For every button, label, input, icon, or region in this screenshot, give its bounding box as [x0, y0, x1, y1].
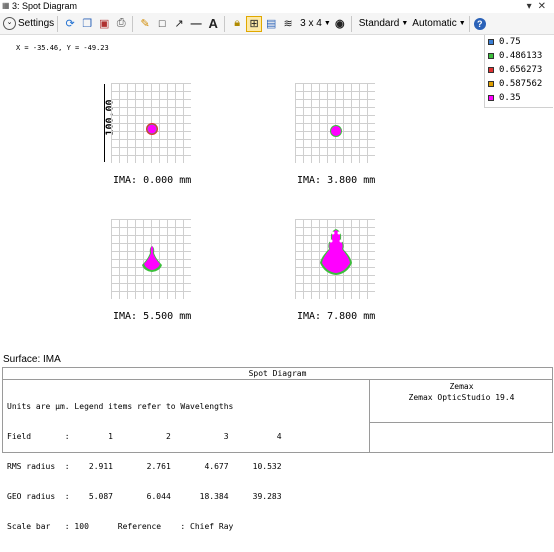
legend-item: 0.75 — [485, 35, 553, 49]
legend-marker — [488, 39, 494, 45]
legend-marker — [488, 53, 494, 59]
ima-label-field-3: IMA: 5.500 mm — [113, 311, 192, 322]
info-line: Scale bar : 100 Reference : Chief Ray — [7, 522, 234, 531]
legend-item: 0.656273 — [485, 63, 553, 77]
layout-label: 3 x 4 — [300, 18, 322, 29]
toolbar: ⌄ Settings ⟳ ❐ ▣ ⎙ ✎ □ ↗ — A 🔒︎ ⊞ ▤ ≋ 3 … — [0, 13, 554, 35]
info-text: Units are µm. Legend items refer to Wave… — [7, 382, 365, 552]
product-name: Zemax OpticStudio 19.4 — [408, 393, 515, 402]
window-controls[interactable]: ▾✕ — [527, 0, 552, 13]
refresh-icon[interactable]: ⟳ — [62, 16, 78, 32]
window-icon-button[interactable]: ▤ — [263, 16, 279, 32]
info-product-box: Zemax Zemax OpticStudio 19.4 — [369, 379, 553, 452]
print-icon[interactable]: ⎙ — [113, 16, 129, 32]
ima-label-field-2: IMA: 3.800 mm — [297, 175, 376, 186]
rectangle-icon[interactable]: □ — [154, 16, 170, 32]
ima-label-field-4: IMA: 7.800 mm — [297, 311, 376, 322]
spot-gap — [337, 231, 341, 235]
surface-label: Surface: IMA — [3, 354, 61, 365]
spot-diagram-svg — [111, 219, 191, 299]
timer-icon[interactable]: ◉ — [332, 16, 348, 32]
legend-marker — [488, 67, 494, 73]
spot-gap — [339, 239, 343, 243]
copy-icon[interactable]: ❐ — [79, 16, 95, 32]
notes-area — [370, 423, 553, 453]
window-icon: ▦ — [2, 1, 10, 10]
spot-core — [144, 246, 160, 270]
line-icon[interactable]: — — [188, 16, 204, 32]
layout-dropdown[interactable]: 3 x 4 ▼ — [300, 18, 331, 29]
text-icon[interactable]: A — [205, 16, 221, 32]
toolbar-divider — [468, 15, 470, 32]
lock-icon[interactable]: 🔒︎ — [229, 16, 245, 32]
info-line: RMS radius : 2.911 2.761 4.677 10.532 — [7, 462, 282, 471]
window-titlebar: ▦ 3: Spot Diagram ▾✕ — [0, 0, 554, 13]
toolbar-divider — [350, 15, 352, 32]
chevron-down-icon: ⌄ — [3, 17, 16, 30]
legend-item: 0.587562 — [485, 77, 553, 91]
spot-panel-field-2 — [295, 83, 375, 163]
settings-button[interactable]: ⌄ Settings — [3, 15, 54, 33]
legend-item: 0.486133 — [485, 49, 553, 63]
caret-down-icon: ▼ — [401, 20, 409, 27]
info-line: GEO radius : 5.087 6.044 18.384 39.283 — [7, 492, 282, 501]
window-title: 3: Spot Diagram — [12, 1, 78, 11]
spot-core — [147, 124, 157, 134]
standard-dropdown[interactable]: Standard ▼ — [359, 18, 409, 29]
legend-item: 0.35 — [485, 91, 553, 105]
pencil-icon[interactable]: ✎ — [137, 16, 153, 32]
caret-down-icon: ▼ — [458, 20, 466, 27]
automatic-label: Automatic — [412, 18, 457, 29]
spot-panel-field-4 — [295, 219, 375, 299]
wavelength-legend: 0.75 0.486133 0.656273 0.587562 0.35 — [484, 35, 553, 108]
toolbar-divider — [132, 15, 134, 32]
arrow-icon[interactable]: ↗ — [171, 16, 187, 32]
toolbar-divider — [57, 15, 59, 32]
spot-gap — [331, 231, 335, 235]
spot-gap — [329, 239, 333, 243]
ima-label-field-1: IMA: 0.000 mm — [113, 175, 192, 186]
layers-icon[interactable]: ≋ — [280, 16, 296, 32]
spot-core — [331, 126, 341, 136]
spot-diagram-svg — [111, 83, 191, 163]
grid-layout-icon[interactable]: ⊞ — [246, 15, 263, 32]
toolbar-divider — [224, 15, 226, 32]
automatic-dropdown[interactable]: Automatic ▼ — [412, 18, 465, 29]
spot-diagram-svg — [295, 83, 375, 163]
info-line: Units are µm. Legend items refer to Wave… — [7, 402, 234, 411]
company-name: Zemax — [449, 382, 474, 391]
product-info: Zemax Zemax OpticStudio 19.4 — [370, 379, 553, 423]
help-icon[interactable]: ? — [473, 17, 486, 30]
cursor-coordinates: X = -35.46, Y = -49.23 — [16, 44, 109, 52]
spot-panel-field-3 — [111, 219, 191, 299]
settings-label: Settings — [18, 18, 55, 29]
spot-panel-field-1 — [111, 83, 191, 163]
save-icon[interactable]: ▣ — [96, 16, 112, 32]
standard-label: Standard — [358, 18, 400, 29]
info-line: Field : 1 2 3 4 — [7, 432, 282, 441]
spot-diagram-svg — [295, 219, 375, 299]
legend-marker — [488, 81, 494, 87]
caret-down-icon: ▼ — [323, 20, 331, 27]
info-box: Spot Diagram Units are µm. Legend items … — [2, 367, 553, 531]
legend-marker — [488, 95, 494, 101]
